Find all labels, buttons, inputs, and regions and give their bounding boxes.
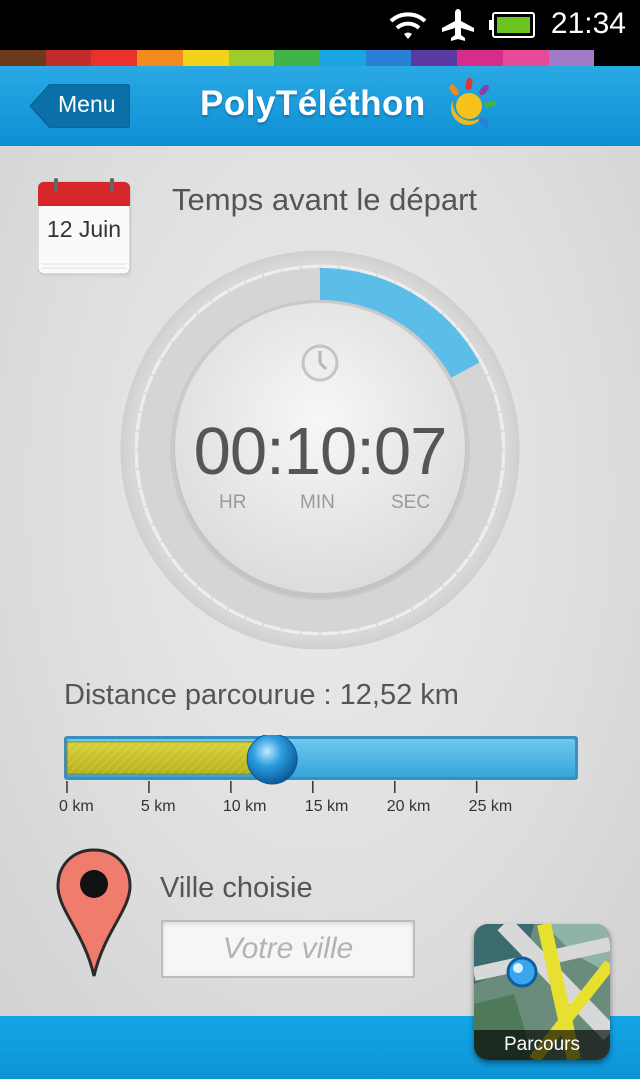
color-strip-segment — [365, 50, 412, 66]
distance-knob[interactable] — [246, 735, 298, 785]
unit-seconds: SEC — [391, 492, 431, 513]
map-pin-icon — [56, 848, 132, 977]
color-strip-segment — [274, 50, 321, 66]
clock-icon — [301, 344, 339, 382]
unit-hours: HR — [219, 492, 247, 513]
distance-tick-label: 25 km — [468, 798, 513, 815]
route-button-label: Parcours — [474, 1030, 610, 1060]
countdown-value: 00:10:07 — [193, 414, 448, 489]
route-button[interactable]: Parcours — [474, 924, 610, 1060]
battery-icon — [489, 12, 535, 38]
color-strip-segment — [411, 50, 458, 66]
status-clock: 21:34 — [550, 7, 626, 40]
color-strip-segment — [228, 50, 275, 66]
calendar-date: 12 Juin — [46, 216, 122, 242]
app-header: Menu PolyTéléthon — [0, 66, 640, 146]
airplane-mode-icon — [442, 9, 474, 41]
app-title: PolyTéléthon — [200, 84, 426, 123]
distance-tick-label: 0 km — [59, 798, 94, 815]
color-strip-segment — [45, 50, 92, 66]
color-strip-segment — [320, 50, 366, 66]
menu-button-label: Menu — [58, 91, 116, 117]
distance-tick-label: 15 km — [304, 798, 349, 815]
color-strip-segment — [548, 50, 595, 66]
color-strip — [0, 50, 640, 66]
color-strip-segment — [0, 50, 46, 66]
menu-button[interactable]: Menu — [30, 84, 130, 128]
wifi-icon — [389, 12, 427, 39]
color-strip-segment — [182, 50, 229, 66]
sun-logo-icon — [449, 78, 496, 127]
city-label: Ville choisie — [160, 872, 313, 904]
distance-tick-label: 10 km — [222, 798, 267, 815]
color-strip-segment — [502, 50, 549, 66]
distance-tick-label: 20 km — [386, 798, 431, 815]
status-bar: 21:34 — [0, 0, 640, 50]
color-strip-segment — [457, 50, 503, 66]
color-strip-segment — [137, 50, 183, 66]
color-strip-segment — [594, 50, 640, 66]
distance-tick-label: 5 km — [140, 798, 176, 815]
city-input[interactable] — [161, 920, 415, 978]
unit-minutes: MIN — [300, 492, 335, 513]
countdown-heading: Temps avant le départ — [172, 182, 478, 217]
distance-label: Distance parcourue : 12,52 km — [64, 679, 459, 711]
distance-progress-bar[interactable] — [64, 735, 584, 795]
color-strip-segment — [91, 50, 138, 66]
